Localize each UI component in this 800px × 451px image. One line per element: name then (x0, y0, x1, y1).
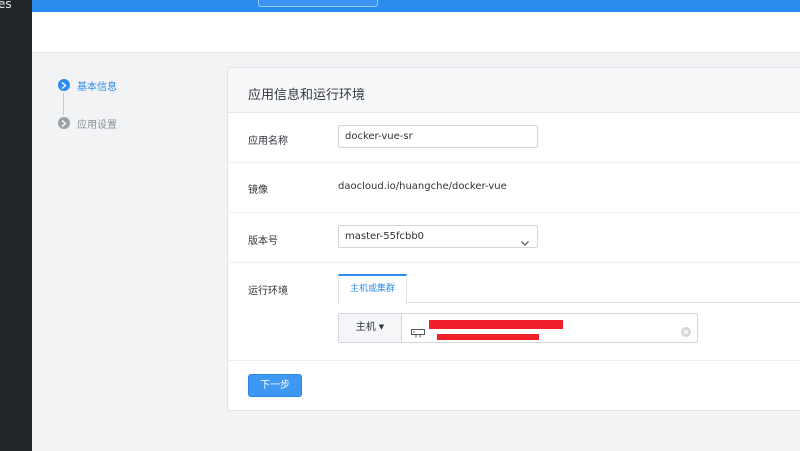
page-header (32, 12, 800, 53)
runtime-row: 运行环境 主机或集群 主机 ▼ (228, 262, 800, 361)
step-label: 基本信息 (77, 81, 117, 93)
host-type-dropdown[interactable]: 主机 ▼ (339, 314, 402, 342)
left-sidebar: es (0, 0, 32, 451)
caret-down-icon: ▼ (378, 323, 385, 331)
redacted-host-detail (437, 334, 539, 340)
top-search-box[interactable] (258, 0, 378, 7)
tab-host-or-cluster[interactable]: 主机或集群 (338, 274, 407, 304)
image-label: 镜像 (248, 185, 268, 196)
app-name-row: 应用名称 docker-vue-sr (228, 112, 800, 163)
step-app-settings[interactable]: 应用设置 (58, 116, 117, 131)
version-select-value: master-55fcbb0 (345, 231, 425, 242)
version-select[interactable]: master-55fcbb0 (338, 225, 538, 248)
chevron-right-icon (58, 79, 70, 91)
tab-divider (405, 302, 800, 303)
host-picker: 主机 ▼ (338, 313, 698, 343)
top-navigation-bar (32, 0, 800, 12)
step-label: 应用设置 (77, 119, 117, 131)
redacted-host-name (429, 320, 563, 329)
runtime-label: 运行环境 (248, 286, 288, 297)
step-basic-info[interactable]: 基本信息 (58, 78, 117, 93)
app-name-input[interactable]: docker-vue-sr (338, 125, 538, 148)
image-value: daocloud.io/huangche/docker-vue (338, 181, 507, 192)
version-row: 版本号 master-55fcbb0 (228, 212, 800, 263)
host-type-label: 主机 (355, 322, 376, 333)
chevron-down-icon (521, 233, 529, 254)
panel-header: 应用信息和运行环境 (228, 68, 800, 113)
panel-title: 应用信息和运行环境 (248, 88, 366, 103)
step-navigator: 基本信息 应用设置 (58, 78, 198, 138)
sidebar-partial-label: es (0, 0, 12, 11)
image-row: 镜像 daocloud.io/huangche/docker-vue (228, 162, 800, 213)
step-connector (63, 93, 64, 115)
version-label: 版本号 (248, 236, 278, 247)
chevron-right-icon (58, 117, 70, 129)
app-info-panel: 应用信息和运行环境 应用名称 docker-vue-sr 镜像 daocloud… (227, 67, 800, 411)
clear-icon[interactable] (681, 322, 691, 341)
app-name-label: 应用名称 (248, 136, 288, 147)
server-icon (411, 323, 425, 342)
next-step-button[interactable]: 下一步 (248, 374, 302, 397)
